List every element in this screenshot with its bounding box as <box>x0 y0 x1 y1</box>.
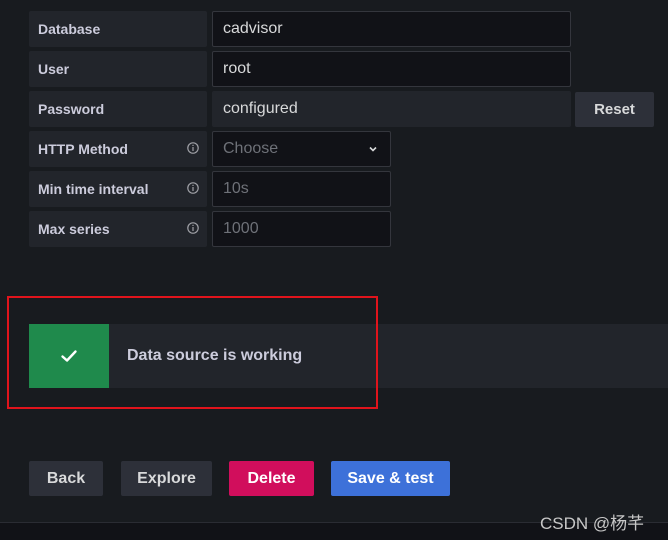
min-time-interval-label-text: Min time interval <box>38 181 149 197</box>
highlight-annotation-box <box>7 296 378 409</box>
max-series-input[interactable]: 1000 <box>212 211 391 247</box>
chevron-down-icon <box>369 146 377 152</box>
min-time-interval-input[interactable]: 10s <box>212 171 391 207</box>
user-input[interactable]: root <box>212 51 571 87</box>
info-circle-icon[interactable] <box>187 182 199 194</box>
http-method-select[interactable]: Choose <box>212 131 391 167</box>
database-input[interactable]: cadvisor <box>212 11 571 47</box>
delete-button[interactable]: Delete <box>229 461 314 496</box>
watermark-text: CSDN @杨芊 <box>540 514 645 533</box>
info-circle-icon[interactable] <box>187 142 199 154</box>
back-button[interactable]: Back <box>29 461 103 496</box>
http-method-label-text: HTTP Method <box>38 141 128 157</box>
http-method-select-value: Choose <box>223 140 279 157</box>
database-label: Database <box>29 11 207 47</box>
min-time-interval-label: Min time interval <box>29 171 207 207</box>
password-label: Password <box>29 91 207 127</box>
http-method-label: HTTP Method <box>29 131 207 167</box>
user-label: User <box>29 51 207 87</box>
datasource-settings-panel: Database cadvisor User root Password con… <box>0 0 668 522</box>
save-test-button[interactable]: Save & test <box>331 461 450 496</box>
max-series-label: Max series <box>29 211 207 247</box>
info-circle-icon[interactable] <box>187 222 199 234</box>
password-configured-field: configured <box>212 91 571 127</box>
explore-button[interactable]: Explore <box>121 461 212 496</box>
max-series-label-text: Max series <box>38 221 110 237</box>
password-reset-button[interactable]: Reset <box>575 92 654 127</box>
